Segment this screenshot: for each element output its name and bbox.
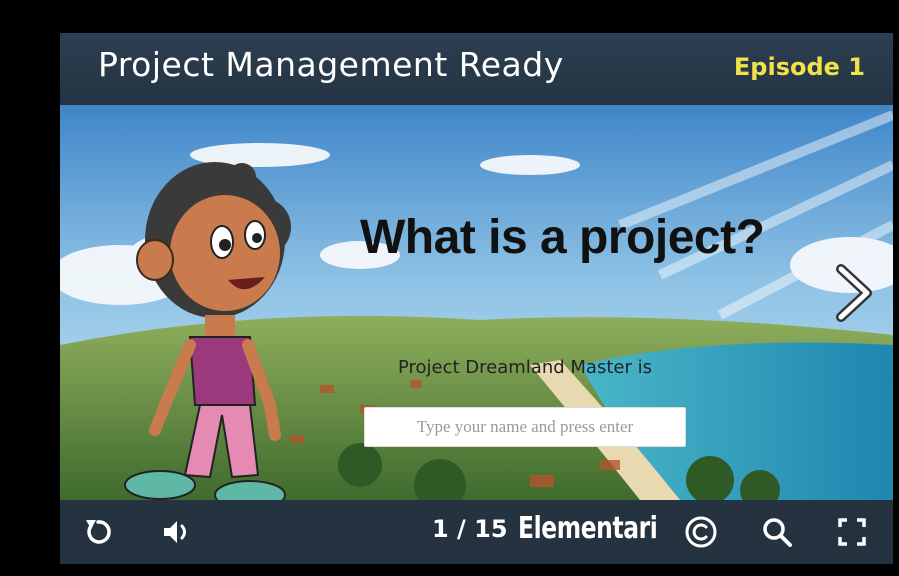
player-toolbar: 1 / 15 Elementari	[60, 500, 893, 564]
slide-question: What is a project?	[360, 211, 765, 264]
name-prompt-label: Project Dreamland Master is	[398, 357, 652, 378]
episode-label: Episode 1	[733, 53, 865, 81]
brand-logo: Elementari	[518, 511, 658, 546]
chevron-right-icon	[836, 264, 872, 322]
volume-button[interactable]	[160, 516, 194, 548]
next-slide-button[interactable]	[831, 263, 875, 323]
slide-counter: 1 / 15	[432, 515, 508, 543]
name-input[interactable]	[364, 407, 686, 447]
slide-scene: What is a project? Project Dreamland Mas…	[60, 105, 893, 500]
copyright-icon	[685, 516, 717, 548]
copyright-button[interactable]	[684, 515, 718, 549]
header-bar: Project Management Ready Episode 1	[60, 33, 893, 105]
replay-icon	[86, 520, 111, 544]
fullscreen-button[interactable]	[837, 517, 867, 547]
volume-icon	[164, 521, 186, 543]
search-button[interactable]	[760, 515, 794, 549]
story-title: Project Management Ready	[98, 45, 564, 84]
replay-button[interactable]	[82, 516, 114, 548]
search-icon	[763, 518, 792, 547]
story-player: Project Management Ready Episode 1 What …	[60, 33, 893, 564]
fullscreen-icon	[838, 518, 866, 546]
